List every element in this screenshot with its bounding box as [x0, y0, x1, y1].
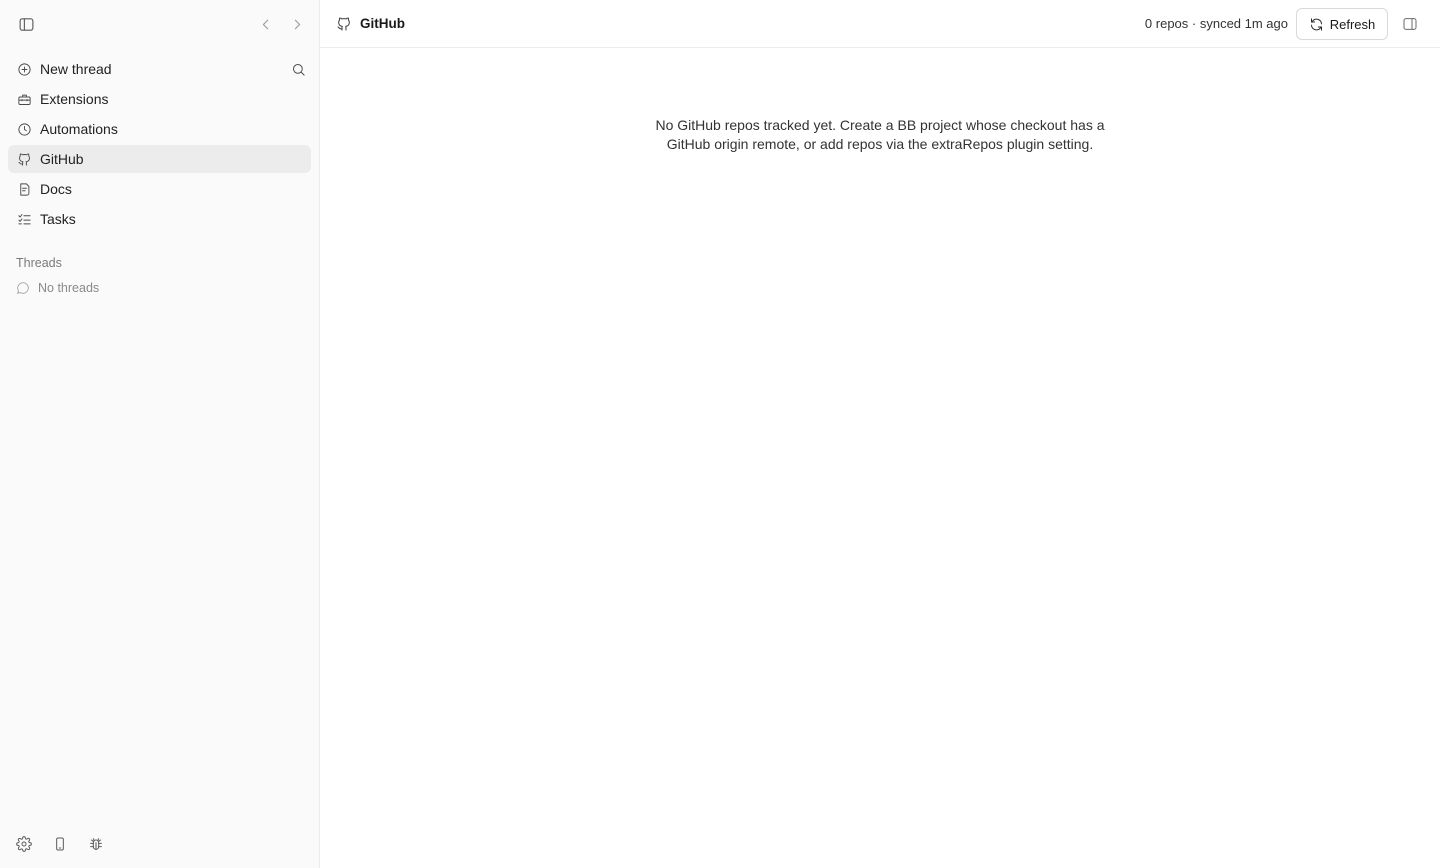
app-window: New thread Extensions Automations GitHub…	[0, 0, 1440, 868]
bug-icon[interactable]	[86, 834, 106, 854]
chat-bubble-icon	[17, 282, 29, 294]
sidebar-item-label: Extensions	[40, 91, 109, 107]
sidebar-toggle-icon[interactable]	[14, 12, 38, 36]
page-title: GitHub	[336, 16, 405, 32]
refresh-button[interactable]: Refresh	[1296, 8, 1388, 40]
sidebar-item-automations[interactable]: Automations	[8, 115, 311, 143]
sync-status: 0 repos · synced 1m ago	[1144, 16, 1288, 31]
toolbox-icon	[16, 91, 32, 107]
sidebar-item-tasks[interactable]: Tasks	[8, 205, 311, 233]
sidebar-item-new-thread[interactable]: New thread	[8, 55, 311, 83]
checklist-icon	[16, 211, 32, 227]
github-icon	[16, 151, 32, 167]
search-icon[interactable]	[289, 60, 307, 78]
forward-chevron-icon[interactable]	[285, 12, 309, 36]
sidebar-item-label: Tasks	[40, 211, 76, 227]
sidebar-item-docs[interactable]: Docs	[8, 175, 311, 203]
sidebar-item-label: Docs	[40, 181, 72, 197]
empty-state-line: No GitHub repos tracked yet. Create a BB…	[655, 117, 1105, 133]
sidebar-item-label: GitHub	[40, 151, 84, 167]
settings-gear-icon[interactable]	[14, 834, 34, 854]
threads-section-title: Threads	[16, 256, 62, 270]
sidebar-item-label: Automations	[40, 121, 118, 137]
page-header: GitHub 0 repos · synced 1m ago Refresh	[320, 0, 1440, 48]
empty-state-message: No GitHub repos tracked yet. Create a BB…	[320, 116, 1440, 153]
sidebar-item-extensions[interactable]: Extensions	[8, 85, 311, 113]
sidebar-footer	[14, 834, 106, 854]
back-chevron-icon[interactable]	[253, 12, 277, 36]
sidebar-item-github[interactable]: GitHub	[8, 145, 311, 173]
page-title-text: GitHub	[360, 16, 405, 31]
refresh-button-label: Refresh	[1329, 16, 1376, 32]
sidebar-item-label: New thread	[40, 61, 112, 77]
empty-state-line: GitHub origin remote, or add repos via t…	[666, 135, 1094, 152]
document-icon	[16, 181, 32, 197]
no-threads-placeholder: No threads	[16, 281, 99, 295]
no-threads-label: No threads	[38, 281, 100, 295]
clock-icon	[16, 121, 32, 137]
right-panel-toggle-icon[interactable]	[1400, 14, 1420, 34]
plus-circle-icon	[16, 61, 32, 77]
main-content: GitHub 0 repos · synced 1m ago Refresh N…	[320, 0, 1440, 868]
refresh-icon	[1310, 17, 1322, 31]
github-icon	[337, 17, 350, 30]
sidebar-nav: New thread Extensions Automations GitHub…	[8, 55, 311, 235]
mobile-device-icon[interactable]	[50, 834, 70, 854]
sidebar: New thread Extensions Automations GitHub…	[0, 0, 320, 868]
sidebar-toolbar	[0, 0, 319, 48]
